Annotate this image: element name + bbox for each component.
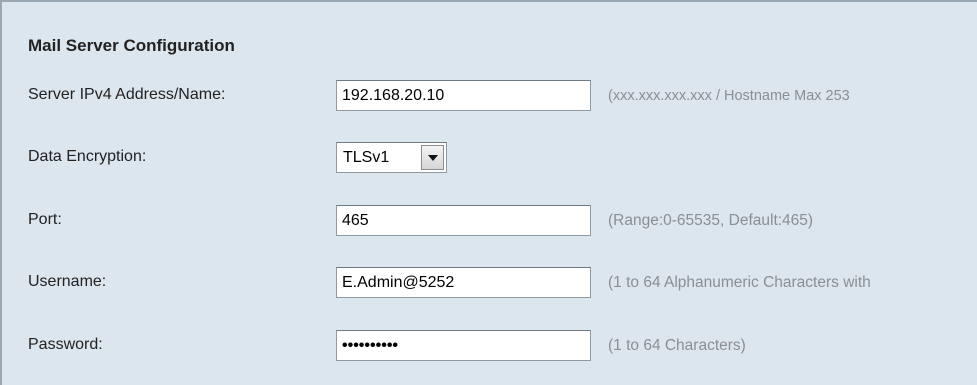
username-hint: (1 to 64 Alphanumeric Characters with [608, 274, 871, 291]
server-address-label: Server IPv4 Address/Name: [28, 86, 226, 103]
server-address-hint: (xxx.xxx.xxx.xxx / Hostname Max 253 [608, 88, 850, 104]
username-label: Username: [28, 273, 107, 290]
chevron-down-icon [427, 154, 438, 161]
password-label: Password: [28, 336, 103, 353]
port-hint: (Range:0-65535, Default:465) [608, 212, 814, 229]
data-encryption-label: Data Encryption: [28, 148, 147, 165]
data-encryption-row: Data Encryption: TLSv1 [2, 127, 977, 189]
server-address-input[interactable] [336, 80, 591, 111]
password-row: Password: •••••••••• (1 to 64 Characters… [2, 315, 977, 377]
port-row: Port: (Range:0-65535, Default:465) [2, 190, 977, 252]
section-title: Mail Server Configuration [28, 36, 235, 55]
mail-server-configuration-panel: Mail Server Configuration Server IPv4 Ad… [0, 0, 977, 385]
dropdown-button[interactable] [421, 145, 444, 170]
username-row: Username: (1 to 64 Alphanumeric Characte… [2, 252, 977, 314]
data-encryption-selected-value: TLSv1 [343, 148, 390, 166]
data-encryption-select[interactable]: TLSv1 [336, 142, 447, 173]
password-input[interactable]: •••••••••• [336, 330, 591, 361]
port-label: Port: [28, 211, 62, 228]
server-address-row: Server IPv4 Address/Name: (xxx.xxx.xxx.x… [2, 65, 977, 127]
username-input[interactable] [336, 267, 591, 298]
password-hint: (1 to 64 Characters) [608, 337, 746, 354]
port-input[interactable] [336, 205, 591, 236]
